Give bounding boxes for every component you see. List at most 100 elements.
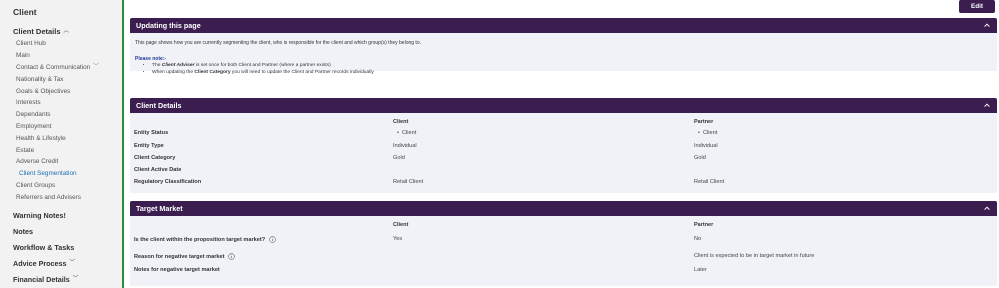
partner-category: Gold	[694, 155, 706, 161]
row-label-reason-negative: Reason for negative target market	[134, 253, 236, 260]
sidebar-item-estate[interactable]: Estate	[16, 144, 99, 156]
sidebar-item-label: Main	[16, 52, 30, 60]
row-label-regulatory-classification: Regulatory Classification	[134, 179, 202, 185]
partner-column-header: Partner	[694, 222, 714, 228]
row-label-client-active-date: Client Active Date	[134, 167, 182, 173]
intro-text: This page shows how you are currently se…	[135, 40, 421, 46]
row-label-within-target-market: Is the client within the proposition tar…	[134, 236, 276, 243]
main-content: Edit Updating this page This page shows …	[130, 0, 999, 288]
sidebar: Client Client Details ︿ Client Hub Main …	[0, 0, 124, 288]
sidebar-item-interests[interactable]: Interests	[16, 97, 99, 109]
client-details-header[interactable]: Client Details	[130, 98, 997, 113]
sidebar-section-label: Notes	[13, 227, 33, 236]
chevron-up-icon[interactable]	[983, 204, 991, 212]
updating-panel: Updating this page This page shows how y…	[130, 18, 997, 75]
client-column-header: Client	[393, 222, 409, 228]
sidebar-item-label: Employment	[16, 122, 52, 130]
sidebar-section-label: Advice Process	[13, 259, 67, 268]
sidebar-group-client-details[interactable]: Client Details ︿	[13, 27, 69, 36]
partner-within-target-market: No	[694, 236, 702, 242]
sidebar-item-label: Dependants	[16, 111, 51, 119]
note-text: you will need to update the Client and P…	[230, 70, 374, 76]
sidebar-section-warning-notes[interactable]: Warning Notes!	[13, 211, 66, 220]
sidebar-section-label: Workflow & Tasks	[13, 243, 75, 252]
row-label-notes-negative: Notes for negative target market	[134, 267, 220, 273]
row-label-client-category: Client Category	[134, 155, 176, 161]
panel-title: Updating this page	[136, 21, 201, 30]
row-label-entity-status: Entity Status	[134, 130, 169, 136]
target-market-header[interactable]: Target Market	[130, 201, 997, 216]
sidebar-item-label: Nationality & Tax	[16, 75, 64, 83]
partner-regulatory-classification: Retail Client	[694, 179, 725, 185]
client-entity-type: Individual	[393, 143, 417, 149]
sidebar-item-dependants[interactable]: Dependants	[16, 109, 99, 121]
note-emphasis: Client Category	[194, 70, 231, 76]
chevron-up-icon: ︿	[63, 27, 70, 34]
sidebar-item-label: Adverse Credit	[16, 158, 59, 166]
sidebar-item-label: Health & Lifestyle	[16, 134, 66, 142]
sidebar-item-contact-communication[interactable]: Contact & Communication ﹀	[16, 62, 99, 74]
partner-entity-type: Individual	[694, 143, 718, 149]
sidebar-item-label: Client Groups	[16, 181, 56, 189]
note-list: The Client Adviser is set once for both …	[152, 63, 374, 77]
sidebar-item-label: Referrers and Advisers	[16, 193, 81, 201]
sidebar-item-label: Client Hub	[16, 40, 46, 48]
chevron-down-icon: ﹀	[93, 63, 99, 70]
row-label-entity-type: Entity Type	[134, 143, 164, 149]
target-market-panel: Target Market Client Partner Is the clie…	[130, 201, 997, 286]
note-emphasis: Client Adviser	[161, 63, 195, 68]
sidebar-section-workflow-tasks[interactable]: Workflow & Tasks	[13, 243, 74, 252]
sidebar-section-financial-details[interactable]: Financial Details ﹀	[13, 275, 78, 284]
updating-panel-header[interactable]: Updating this page	[130, 18, 997, 33]
sidebar-item-label: Estate	[16, 146, 35, 154]
client-entity-status: Client	[397, 130, 416, 136]
sidebar-item-label: Client Segmentation	[19, 170, 77, 178]
sidebar-item-goals-objectives[interactable]: Goals & Objectives	[16, 85, 99, 97]
sidebar-group-label: Client Details	[13, 27, 61, 36]
chevron-up-icon[interactable]	[983, 101, 991, 109]
note-text: is set once for both Client and Partner …	[194, 63, 331, 68]
partner-notes-negative: Later	[694, 267, 707, 273]
partner-reason-negative: Client is expected to be in target marke…	[694, 253, 815, 259]
client-details-panel: Client Details Client Partner Entity Sta…	[130, 98, 997, 193]
row-label-text: Notes for negative target market	[134, 267, 220, 273]
sidebar-section-label: Financial Details	[13, 275, 70, 284]
client-column-header: Client	[393, 119, 409, 125]
row-label-text: Is the client within the proposition tar…	[134, 236, 266, 243]
panel-title: Client Details	[136, 101, 182, 110]
client-within-target-market: Yes	[393, 236, 403, 242]
sidebar-title: Client	[13, 7, 37, 17]
client-regulatory-classification: Retail Client	[393, 179, 424, 185]
sidebar-item-adverse-credit[interactable]: Adverse Credit	[16, 156, 99, 168]
sidebar-item-health-lifestyle[interactable]: Health & Lifestyle	[16, 132, 99, 144]
info-icon[interactable]	[228, 253, 236, 260]
edit-button[interactable]: Edit	[959, 0, 995, 13]
sidebar-item-main[interactable]: Main	[16, 50, 99, 62]
info-icon[interactable]	[269, 236, 276, 243]
sidebar-section-notes[interactable]: Notes	[13, 227, 33, 236]
partner-entity-status: Client	[698, 130, 717, 136]
sidebar-item-nationality-tax[interactable]: Nationality & Tax	[16, 73, 99, 85]
partner-column-header: Partner	[694, 119, 714, 125]
sidebar-items: Client Hub Main Contact & Communication ﹀…	[16, 38, 99, 203]
sidebar-section-label: Warning Notes!	[13, 211, 66, 220]
sidebar-item-employment[interactable]: Employment	[16, 121, 99, 133]
note-text: When updating the	[152, 70, 195, 76]
sidebar-item-label: Contact & Communication	[16, 63, 91, 71]
sidebar-item-client-segmentation[interactable]: Client Segmentation	[19, 168, 99, 180]
sidebar-section-advice-process[interactable]: Advice Process ﹀	[13, 259, 75, 268]
note-title: Please note:-	[135, 56, 167, 62]
chevron-down-icon: ﹀	[69, 259, 76, 266]
sidebar-item-client-groups[interactable]: Client Groups	[16, 180, 99, 192]
note-text: The	[152, 63, 162, 68]
note-item: When updating the Client Category you wi…	[152, 70, 374, 77]
sidebar-item-label: Goals & Objectives	[16, 87, 71, 95]
sidebar-item-referrers-advisers[interactable]: Referrers and Advisers	[16, 191, 99, 203]
sidebar-item-client-hub[interactable]: Client Hub	[16, 38, 99, 50]
chevron-up-icon[interactable]	[983, 21, 991, 29]
panel-title: Target Market	[136, 204, 183, 213]
client-category: Gold	[393, 155, 405, 161]
chevron-down-icon: ﹀	[72, 275, 79, 282]
sidebar-item-label: Interests	[16, 99, 41, 107]
row-label-text: Reason for negative target market	[134, 253, 225, 260]
